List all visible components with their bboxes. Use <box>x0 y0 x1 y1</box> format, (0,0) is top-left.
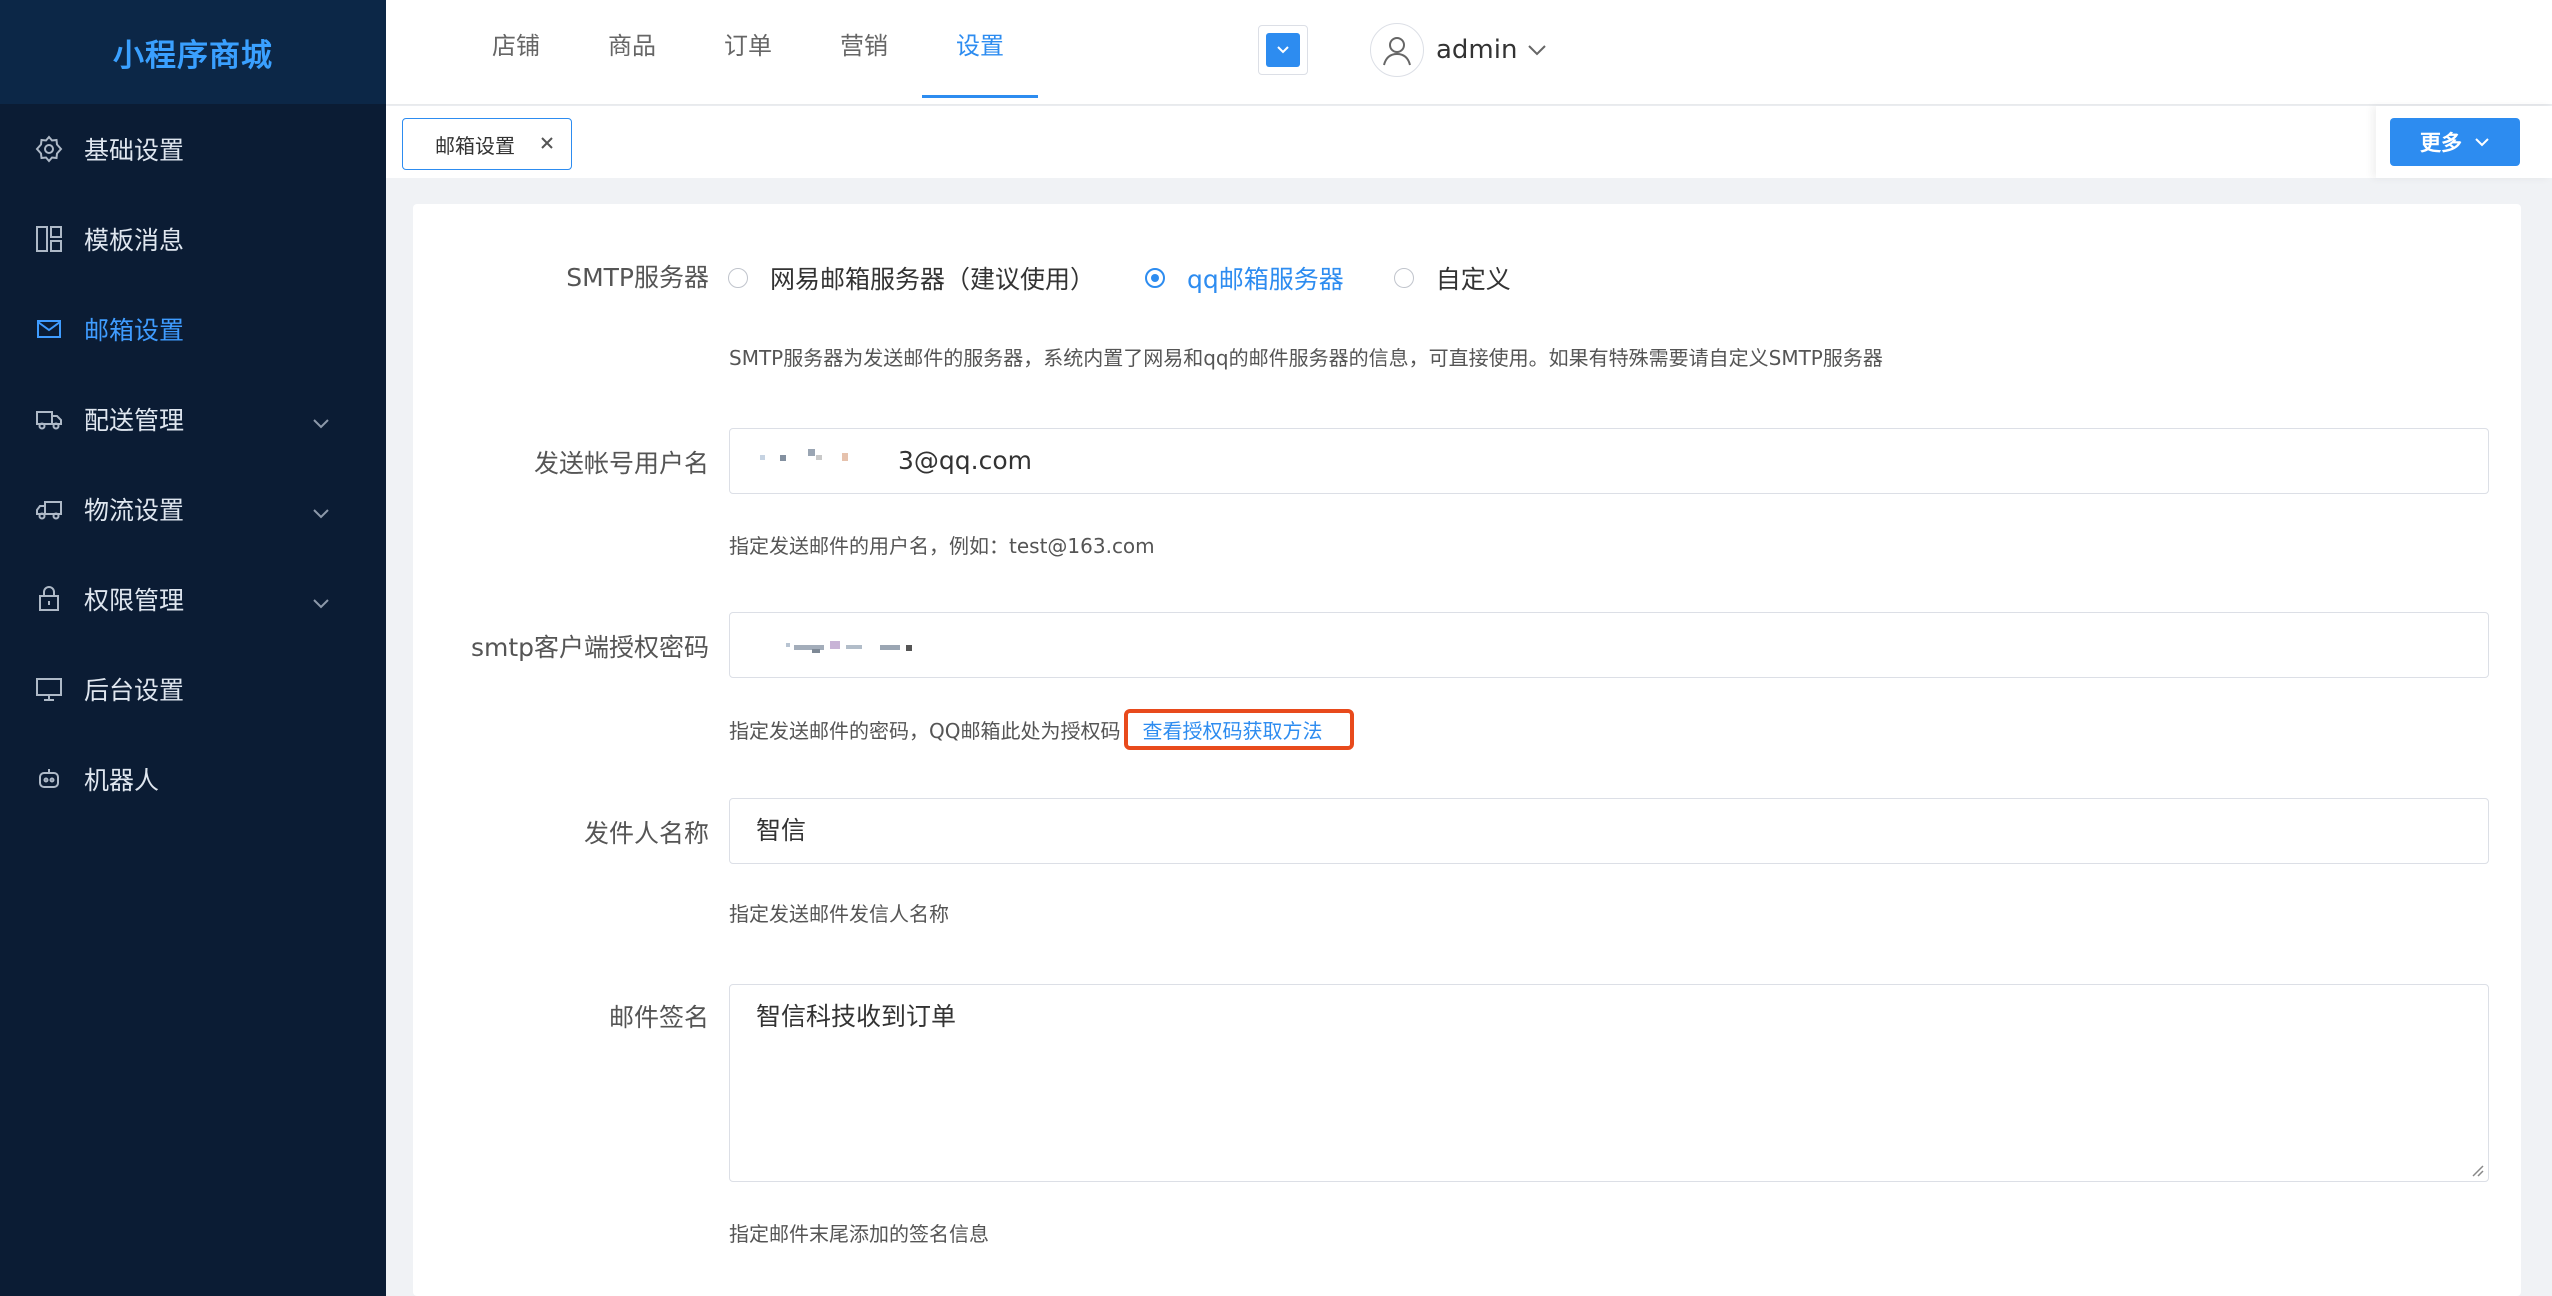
password-label: smtp客户端授权密码 <box>470 633 709 662</box>
more-area: 更多 <box>2376 106 2552 178</box>
sidebar-item-template-messages[interactable]: 模板消息 <box>0 194 386 284</box>
tab-marketing[interactable]: 营销 <box>806 0 922 100</box>
mail-settings-form: SMTP服务器 网易邮箱服务器（建议使用） qq邮箱服务器 自定义 SMTP服务… <box>413 204 2521 1296</box>
signature-label: 邮件签名 <box>608 1003 709 1032</box>
sender-name-help: 指定发送邮件发信人名称 <box>729 902 949 926</box>
close-icon[interactable] <box>535 131 559 155</box>
chevron-down-icon <box>312 586 330 615</box>
sidebar-item-permissions[interactable]: 权限管理 <box>0 554 386 644</box>
radio-label: qq邮箱服务器 <box>1187 265 1344 294</box>
smtp-server-label: SMTP服务器 <box>566 263 709 292</box>
smtp-server-radio-group: 网易邮箱服务器（建议使用） qq邮箱服务器 自定义 <box>728 258 1561 298</box>
sender-name-field[interactable]: 智信 <box>729 798 2489 864</box>
grid-icon <box>34 224 64 254</box>
top-header: 店铺 商品 订单 营销 设置 admin <box>386 0 2552 104</box>
sidebar-item-basic-settings[interactable]: 基础设置 <box>0 104 386 194</box>
mail-icon <box>34 314 64 344</box>
sender-name-label: 发件人名称 <box>583 819 709 848</box>
password-help-text: 指定发送邮件的密码，QQ邮箱此处为授权码 <box>729 719 1121 743</box>
signature-help: 指定邮件末尾添加的签名信息 <box>729 1222 989 1246</box>
more-label: 更多 <box>2420 131 2462 155</box>
tab-products[interactable]: 商品 <box>574 0 690 100</box>
sidebar-item-label: 机器人 <box>84 766 160 795</box>
tabs-bar: 邮箱设置 更多 <box>386 106 2552 178</box>
sidebar-item-label: 权限管理 <box>84 586 185 615</box>
blurred-prefix <box>756 449 898 469</box>
sidebar-item-label: 后台设置 <box>84 676 185 705</box>
monitor-icon <box>34 674 64 704</box>
sidebar-item-delivery[interactable]: 配送管理 <box>0 374 386 464</box>
username-value: 3@qq.com <box>898 446 1032 475</box>
sidebar-item-admin-settings[interactable]: 后台设置 <box>0 644 386 734</box>
sidebar-item-label: 物流设置 <box>84 496 185 525</box>
open-tab-label: 邮箱设置 <box>435 133 515 158</box>
chevron-down-icon <box>312 496 330 525</box>
signature-textarea[interactable]: 智信科技收到订单 <box>729 984 2489 1182</box>
dropdown-toggle-button[interactable] <box>1258 25 1308 75</box>
sidebar: 小程序商城 基础设置 模板消息 邮箱设置 配送管理 物流设置 权限管理 后台设置… <box>0 0 386 1296</box>
username-help: 指定发送邮件的用户名，例如：test@163.com <box>729 534 1155 558</box>
sidebar-item-label: 模板消息 <box>84 226 185 255</box>
sidebar-item-label: 基础设置 <box>84 136 185 165</box>
sidebar-item-label: 配送管理 <box>84 406 185 435</box>
signature-value: 智信科技收到订单 <box>756 1002 957 1031</box>
avatar <box>1370 23 1424 77</box>
tab-store[interactable]: 店铺 <box>458 0 574 100</box>
chevron-down-icon <box>312 406 330 435</box>
truck-icon <box>34 494 64 524</box>
username: admin <box>1436 35 1518 65</box>
chevron-down-icon <box>2475 138 2489 147</box>
open-tab-mail-settings[interactable]: 邮箱设置 <box>402 118 572 170</box>
sidebar-item-robot[interactable]: 机器人 <box>0 734 386 824</box>
resize-handle-icon[interactable] <box>2470 1163 2484 1177</box>
radio-custom[interactable]: 自定义 <box>1393 260 1511 296</box>
tab-settings[interactable]: 设置 <box>922 0 1038 100</box>
user-menu[interactable]: admin <box>1370 20 1547 80</box>
sidebar-item-logistics[interactable]: 物流设置 <box>0 464 386 554</box>
sidebar-menu: 基础设置 模板消息 邮箱设置 配送管理 物流设置 权限管理 后台设置 机器人 <box>0 104 386 824</box>
obscured-password <box>786 641 912 653</box>
delivery-icon <box>34 404 64 434</box>
radio-circle <box>728 268 748 288</box>
password-help: 指定发送邮件的密码，QQ邮箱此处为授权码 查看授权码获取方法 <box>729 709 1355 750</box>
radio-circle <box>1145 268 1166 288</box>
radio-qq[interactable]: qq邮箱服务器 <box>1145 260 1344 296</box>
sidebar-item-label: 邮箱设置 <box>84 316 185 345</box>
smtp-server-help: SMTP服务器为发送邮件的服务器，系统内置了网易和qq的邮件服务器的信息，可直接… <box>729 346 1883 370</box>
robot-icon <box>34 764 64 794</box>
radio-circle <box>1393 268 1414 288</box>
auth-code-guide-link[interactable]: 查看授权码获取方法 <box>1124 709 1355 750</box>
radio-netease[interactable]: 网易邮箱服务器（建议使用） <box>728 260 1095 296</box>
username-label: 发送帐号用户名 <box>533 449 709 478</box>
tab-orders[interactable]: 订单 <box>690 0 806 100</box>
gear-icon <box>34 134 64 164</box>
sidebar-item-mail-settings[interactable]: 邮箱设置 <box>0 284 386 374</box>
app-logo[interactable]: 小程序商城 <box>0 0 386 104</box>
more-button[interactable]: 更多 <box>2390 118 2520 166</box>
radio-label: 网易邮箱服务器（建议使用） <box>770 265 1096 294</box>
chevron-down-icon <box>1266 33 1300 67</box>
password-field[interactable] <box>729 612 2489 678</box>
app-title: 小程序商城 <box>113 37 273 74</box>
radio-label: 自定义 <box>1435 265 1511 294</box>
lock-icon <box>34 584 64 614</box>
username-field[interactable]: 3@qq.com <box>729 428 2489 494</box>
top-nav: 店铺 商品 订单 营销 设置 <box>458 0 1038 100</box>
chevron-down-icon <box>1527 41 1547 60</box>
